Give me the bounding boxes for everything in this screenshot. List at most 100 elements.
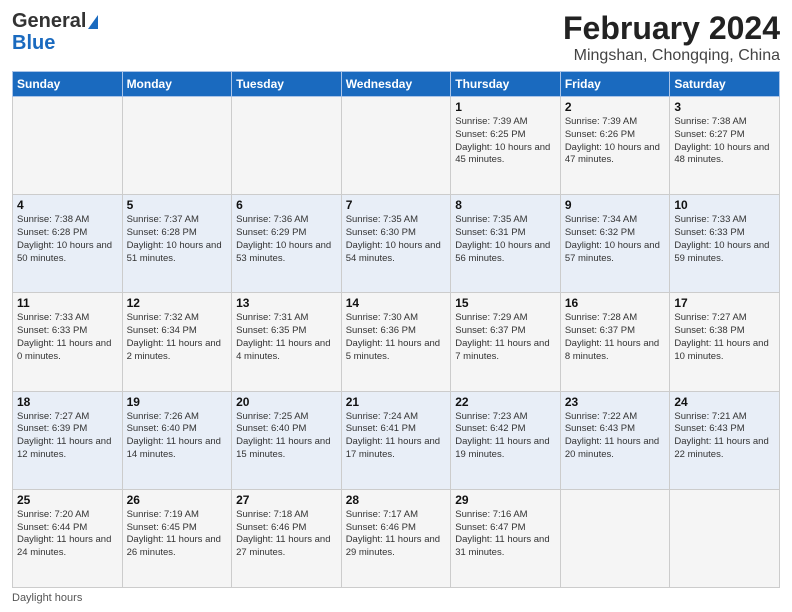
calendar-cell: 21 Sunrise: 7:24 AMSunset: 6:41 PMDayligh… [341, 391, 451, 489]
week-row-1: 4 Sunrise: 7:38 AMSunset: 6:28 PMDaylight… [13, 195, 780, 293]
day-info: Sunrise: 7:20 AMSunset: 6:44 PMDaylight:… [17, 509, 118, 560]
calendar-cell: 5Sunrise: 7:37 AMSunset: 6:28 PMDaylight… [122, 195, 232, 293]
calendar-cell: 24 Sunrise: 7:21 AMSunset: 6:43 PMDayligh… [670, 391, 780, 489]
day-info: Sunrise: 7:27 AMSunset: 6:39 PMDaylight:… [17, 411, 118, 462]
header: General Blue February 2024 Mingshan, Cho… [12, 10, 780, 65]
logo-general: General [12, 10, 98, 32]
week-row-4: 25 Sunrise: 7:20 AMSunset: 6:44 PMDayligh… [13, 489, 780, 587]
day-info: Sunrise: 7:32 AMSunset: 6:34 PMDaylight:… [127, 312, 228, 363]
day-number: 10 [674, 198, 775, 212]
day-number: 19 [127, 395, 228, 409]
day-info: Sunrise: 7:34 AMSunset: 6:32 PMDaylight:… [565, 214, 666, 265]
calendar-cell: 8 Sunrise: 7:35 AMSunset: 6:31 PMDaylight… [451, 195, 561, 293]
col-header-monday: Monday [122, 72, 232, 97]
day-number: 29 [455, 493, 556, 507]
day-info: Sunrise: 7:22 AMSunset: 6:43 PMDaylight:… [565, 411, 666, 462]
day-number: 26 [127, 493, 228, 507]
calendar-cell: 22 Sunrise: 7:23 AMSunset: 6:42 PMDayligh… [451, 391, 561, 489]
day-info: Sunrise: 7:35 AMSunset: 6:30 PMDaylight:… [346, 214, 447, 265]
day-info: Sunrise: 7:23 AMSunset: 6:42 PMDaylight:… [455, 411, 556, 462]
calendar-cell: 28 Sunrise: 7:17 AMSunset: 6:46 PMDayligh… [341, 489, 451, 587]
day-number: 23 [565, 395, 666, 409]
page: General Blue February 2024 Mingshan, Cho… [0, 0, 792, 612]
day-number: 6 [236, 198, 337, 212]
day-number: 22 [455, 395, 556, 409]
day-number: 28 [346, 493, 447, 507]
day-info: Sunrise: 7:28 AMSunset: 6:37 PMDaylight:… [565, 312, 666, 363]
calendar-cell: 13Sunrise: 7:31 AMSunset: 6:35 PMDayligh… [232, 293, 342, 391]
week-row-3: 18 Sunrise: 7:27 AMSunset: 6:39 PMDayligh… [13, 391, 780, 489]
calendar-cell [122, 97, 232, 195]
calendar-cell: 15 Sunrise: 7:29 AMSunset: 6:37 PMDayligh… [451, 293, 561, 391]
day-number: 15 [455, 296, 556, 310]
col-header-friday: Friday [560, 72, 670, 97]
day-info: Sunrise: 7:31 AMSunset: 6:35 PMDaylight:… [236, 312, 337, 363]
calendar-cell: 16Sunrise: 7:28 AMSunset: 6:37 PMDayligh… [560, 293, 670, 391]
day-number: 20 [236, 395, 337, 409]
calendar-cell: 19 Sunrise: 7:26 AMSunset: 6:40 PMDayligh… [122, 391, 232, 489]
day-number: 21 [346, 395, 447, 409]
week-row-0: 1 Sunrise: 7:39 AMSunset: 6:25 PMDaylight… [13, 97, 780, 195]
day-info: Sunrise: 7:39 AMSunset: 6:25 PMDaylight:… [455, 116, 556, 167]
col-header-tuesday: Tuesday [232, 72, 342, 97]
title-block: February 2024 Mingshan, Chongqing, China [563, 10, 780, 65]
day-number: 5 [127, 198, 228, 212]
day-number: 7 [346, 198, 447, 212]
day-number: 17 [674, 296, 775, 310]
calendar-cell: 23 Sunrise: 7:22 AMSunset: 6:43 PMDayligh… [560, 391, 670, 489]
day-number: 3 [674, 100, 775, 114]
calendar-cell: 12Sunrise: 7:32 AMSunset: 6:34 PMDayligh… [122, 293, 232, 391]
calendar-cell: 29Sunrise: 7:16 AMSunset: 6:47 PMDayligh… [451, 489, 561, 587]
day-number: 24 [674, 395, 775, 409]
footer-note: Daylight hours [12, 592, 780, 604]
calendar-cell: 3 Sunrise: 7:38 AMSunset: 6:27 PMDaylight… [670, 97, 780, 195]
calendar-cell: 18 Sunrise: 7:27 AMSunset: 6:39 PMDayligh… [13, 391, 123, 489]
calendar-cell: 20 Sunrise: 7:25 AMSunset: 6:40 PMDayligh… [232, 391, 342, 489]
day-info: Sunrise: 7:21 AMSunset: 6:43 PMDaylight:… [674, 411, 775, 462]
calendar-cell [670, 489, 780, 587]
calendar-cell: 6 Sunrise: 7:36 AMSunset: 6:29 PMDaylight… [232, 195, 342, 293]
day-number: 14 [346, 296, 447, 310]
day-info: Sunrise: 7:25 AMSunset: 6:40 PMDaylight:… [236, 411, 337, 462]
day-number: 2 [565, 100, 666, 114]
day-info: Sunrise: 7:26 AMSunset: 6:40 PMDaylight:… [127, 411, 228, 462]
day-info: Sunrise: 7:38 AMSunset: 6:27 PMDaylight:… [674, 116, 775, 167]
calendar-header: SundayMondayTuesdayWednesdayThursdayFrid… [13, 72, 780, 97]
day-info: Sunrise: 7:29 AMSunset: 6:37 PMDaylight:… [455, 312, 556, 363]
header-row: SundayMondayTuesdayWednesdayThursdayFrid… [13, 72, 780, 97]
day-number: 1 [455, 100, 556, 114]
day-info: Sunrise: 7:19 AMSunset: 6:45 PMDaylight:… [127, 509, 228, 560]
day-number: 18 [17, 395, 118, 409]
col-header-saturday: Saturday [670, 72, 780, 97]
col-header-wednesday: Wednesday [341, 72, 451, 97]
calendar-cell: 9 Sunrise: 7:34 AMSunset: 6:32 PMDaylight… [560, 195, 670, 293]
col-header-thursday: Thursday [451, 72, 561, 97]
calendar-cell: 26 Sunrise: 7:19 AMSunset: 6:45 PMDayligh… [122, 489, 232, 587]
day-info: Sunrise: 7:39 AMSunset: 6:26 PMDaylight:… [565, 116, 666, 167]
day-number: 27 [236, 493, 337, 507]
calendar-cell [13, 97, 123, 195]
day-info: Sunrise: 7:17 AMSunset: 6:46 PMDaylight:… [346, 509, 447, 560]
logo-blue: Blue [12, 32, 98, 54]
day-info: Sunrise: 7:38 AMSunset: 6:28 PMDaylight:… [17, 214, 118, 265]
day-number: 25 [17, 493, 118, 507]
day-info: Sunrise: 7:24 AMSunset: 6:41 PMDaylight:… [346, 411, 447, 462]
day-number: 9 [565, 198, 666, 212]
day-number: 8 [455, 198, 556, 212]
subtitle: Mingshan, Chongqing, China [563, 47, 780, 65]
calendar-cell: 11Sunrise: 7:33 AMSunset: 6:33 PMDayligh… [13, 293, 123, 391]
day-info: Sunrise: 7:30 AMSunset: 6:36 PMDaylight:… [346, 312, 447, 363]
calendar-cell: 27Sunrise: 7:18 AMSunset: 6:46 PMDayligh… [232, 489, 342, 587]
day-info: Sunrise: 7:35 AMSunset: 6:31 PMDaylight:… [455, 214, 556, 265]
logo-triangle-icon [88, 15, 98, 29]
day-info: Sunrise: 7:33 AMSunset: 6:33 PMDaylight:… [17, 312, 118, 363]
main-title: February 2024 [563, 10, 780, 47]
day-info: Sunrise: 7:36 AMSunset: 6:29 PMDaylight:… [236, 214, 337, 265]
calendar-cell: 14 Sunrise: 7:30 AMSunset: 6:36 PMDayligh… [341, 293, 451, 391]
day-number: 4 [17, 198, 118, 212]
col-header-sunday: Sunday [13, 72, 123, 97]
calendar-cell: 10Sunrise: 7:33 AMSunset: 6:33 PMDayligh… [670, 195, 780, 293]
calendar-cell: 1 Sunrise: 7:39 AMSunset: 6:25 PMDaylight… [451, 97, 561, 195]
calendar-body: 1 Sunrise: 7:39 AMSunset: 6:25 PMDaylight… [13, 97, 780, 588]
calendar-cell: 25 Sunrise: 7:20 AMSunset: 6:44 PMDayligh… [13, 489, 123, 587]
